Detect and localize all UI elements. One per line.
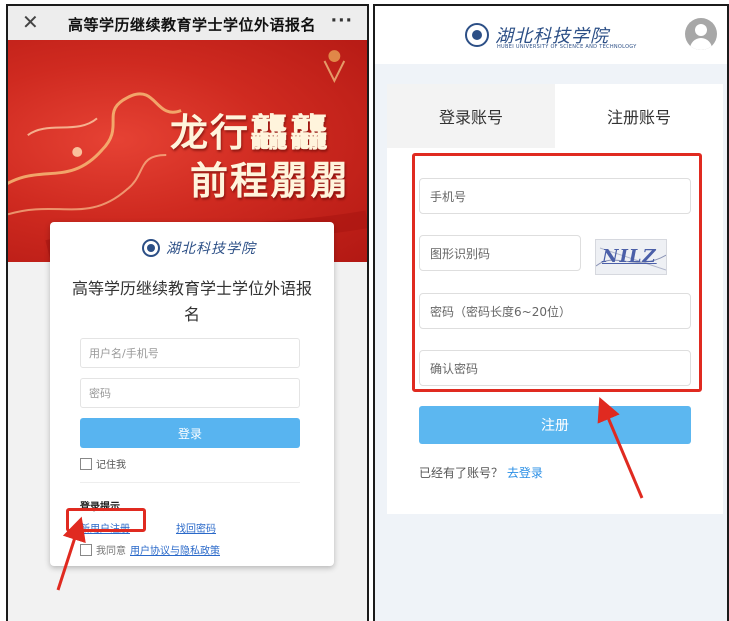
divider	[80, 482, 300, 483]
card-title: 高等学历继续教育学士学位外语报名	[71, 279, 312, 324]
has-account-row: 已经有了账号？ 去登录	[419, 464, 543, 481]
banner-slogan-line2: 前程朤朤	[190, 158, 351, 203]
password-input[interactable]: 密码	[80, 378, 300, 408]
tab-login[interactable]: 登录账号	[387, 84, 555, 148]
university-logo: 湖北科技学院	[142, 238, 256, 258]
logo-text: 湖北科技学院	[166, 241, 256, 257]
avatar-head	[695, 24, 707, 36]
avatar-icon[interactable]	[685, 18, 717, 50]
register-button[interactable]: 注册	[419, 406, 691, 444]
go-login-link[interactable]: 去登录	[507, 466, 543, 480]
policy-link[interactable]: 用户协议与隐私政策	[130, 542, 220, 557]
agree-prefix: 我同意	[96, 546, 126, 557]
remember-label: 记住我	[96, 460, 126, 471]
more-icon[interactable]: ···	[331, 11, 353, 31]
left-phone-screenshot: ✕ 高等学历继续教育学士学位外语报名 ··· 龙行龘龘 前程朤朤 湖北科技学院 …	[6, 4, 369, 621]
wechat-title-bar: ✕ 高等学历继续教育学士学位外语报名 ···	[8, 6, 367, 40]
forgot-password-link[interactable]: 找回密码	[176, 520, 216, 535]
banner-slogan-line1: 龙行龘龘	[170, 110, 331, 155]
agreement-row[interactable]: 我同意 用户协议与隐私政策	[80, 542, 220, 557]
highlight-box-register-form	[412, 153, 702, 392]
close-icon[interactable]: ✕	[22, 10, 39, 34]
page-title: 高等学历继续教育学士学位外语报名	[68, 16, 317, 34]
tab-register[interactable]: 注册账号	[555, 84, 723, 148]
seal-logo-icon	[142, 239, 160, 257]
login-button[interactable]: 登录	[80, 418, 300, 448]
logo-subtitle: HUBEI UNIVERSITY OF SCIENCE AND TECHNOLO…	[497, 44, 637, 50]
has-account-text: 已经有了账号？	[419, 466, 504, 480]
remember-me[interactable]: 记住我	[80, 456, 126, 471]
checkbox-icon[interactable]	[80, 543, 92, 556]
username-input[interactable]: 用户名/手机号	[80, 338, 300, 368]
checkbox-icon[interactable]	[80, 457, 92, 470]
seal-logo-icon	[465, 23, 489, 47]
avatar-body	[690, 38, 712, 50]
site-header: 湖北科技学院 HUBEI UNIVERSITY OF SCIENCE AND T…	[375, 6, 727, 64]
highlight-box-register-link	[66, 508, 146, 532]
